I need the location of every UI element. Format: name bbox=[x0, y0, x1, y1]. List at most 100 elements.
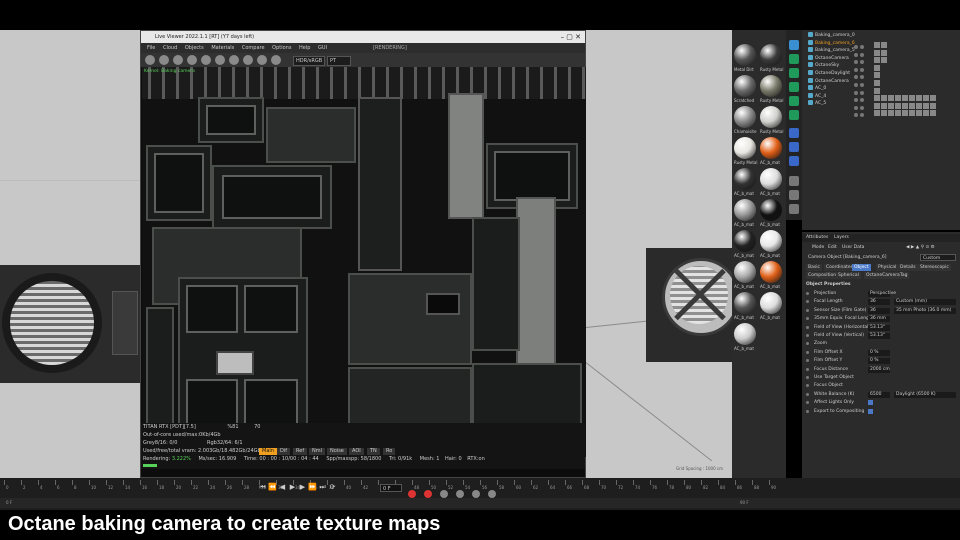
material-thumbnail[interactable] bbox=[760, 75, 782, 97]
menu-materials[interactable]: Materials bbox=[211, 45, 234, 51]
baked-texture-canvas[interactable]: Kernel: Baking camera bbox=[142, 67, 586, 457]
attr-value[interactable]: 53.13° bbox=[868, 333, 890, 339]
mode-select[interactable]: PT bbox=[327, 56, 351, 66]
light-icon[interactable] bbox=[789, 142, 799, 152]
animate-dot-icon[interactable] bbox=[806, 308, 809, 312]
next-frame-icon[interactable]: ▶ bbox=[298, 483, 307, 492]
attr-tab[interactable]: OctaneCameraTag bbox=[864, 272, 910, 279]
fan-model-right[interactable] bbox=[646, 248, 732, 362]
animate-dot-icon[interactable] bbox=[806, 409, 809, 413]
attr-value[interactable]: 36 mm bbox=[868, 316, 890, 323]
attr-checkbox[interactable] bbox=[868, 400, 873, 406]
attr-tab[interactable]: Physical bbox=[876, 264, 899, 271]
material-thumbnail[interactable] bbox=[760, 44, 782, 66]
go-start-icon[interactable]: ⏮ bbox=[258, 483, 267, 492]
grid-icon[interactable] bbox=[789, 204, 799, 214]
pass-aoi-button[interactable]: AOI bbox=[349, 448, 364, 455]
material-thumbnail[interactable] bbox=[734, 323, 756, 345]
tag-icon[interactable] bbox=[874, 110, 880, 117]
wb-picker-icon[interactable] bbox=[243, 55, 253, 65]
timeline[interactable]: 0 2 4 6 8 10 12 14 16 18 20 22 24 26 28 30 32 34 36 38 40 42 4… bbox=[0, 478, 960, 510]
material-thumbnail[interactable] bbox=[760, 106, 782, 128]
material-thumbnail[interactable] bbox=[734, 292, 756, 314]
cube-icon[interactable] bbox=[789, 40, 799, 50]
attr-tab[interactable]: Stereoscopic bbox=[918, 264, 951, 271]
animate-dot-icon[interactable] bbox=[806, 342, 809, 346]
pass-ref-button[interactable]: Ref bbox=[293, 448, 308, 455]
material-thumbnail[interactable] bbox=[734, 168, 756, 190]
prev-frame-icon[interactable]: ◀ bbox=[278, 483, 287, 492]
material-picker-icon[interactable] bbox=[257, 55, 267, 65]
material-thumbnail[interactable] bbox=[760, 199, 782, 221]
animate-dot-icon[interactable] bbox=[806, 359, 809, 363]
fan-model-left[interactable] bbox=[0, 265, 140, 383]
tag-icon[interactable] bbox=[881, 110, 887, 117]
menu-cloud[interactable]: Cloud bbox=[163, 45, 177, 51]
window-controls-icon[interactable]: – ▢ ✕ bbox=[561, 31, 581, 43]
pass-nml-button[interactable]: Nml bbox=[309, 448, 325, 455]
attr-value[interactable]: 0 % bbox=[868, 349, 890, 356]
menu-help[interactable]: Help bbox=[299, 45, 310, 51]
render-icon[interactable] bbox=[789, 176, 799, 186]
render-visibility-icon[interactable] bbox=[860, 113, 864, 118]
attr-value[interactable]: 53.13° bbox=[868, 324, 890, 331]
material-thumbnail[interactable] bbox=[760, 230, 782, 252]
animate-dot-icon[interactable] bbox=[806, 325, 809, 329]
animate-dot-icon[interactable] bbox=[806, 401, 809, 405]
range-bar[interactable]: 0 F 90 F bbox=[0, 498, 960, 508]
attr-tab[interactable]: Coordinates bbox=[824, 264, 856, 271]
attr-tab[interactable]: Details bbox=[898, 264, 918, 271]
keyframe-icon[interactable] bbox=[440, 490, 449, 498]
animate-dot-icon[interactable] bbox=[806, 292, 809, 295]
next-key-icon[interactable]: ⏩ bbox=[308, 483, 317, 492]
scale-key-icon[interactable] bbox=[488, 490, 497, 498]
attr-value[interactable]: 2000 cm bbox=[868, 366, 890, 373]
animate-dot-icon[interactable] bbox=[806, 317, 809, 321]
attr-value[interactable]: 0 % bbox=[868, 358, 890, 365]
play-icon[interactable]: ▶ bbox=[288, 483, 297, 492]
menu-compare[interactable]: Compare bbox=[242, 45, 265, 51]
go-end-icon[interactable]: ⏭ bbox=[318, 483, 327, 492]
animate-dot-icon[interactable] bbox=[806, 300, 809, 304]
material-manager[interactable]: Metal Dirt Rusty Metal Scratched Rusty Meta… bbox=[732, 30, 786, 478]
autokey-icon[interactable] bbox=[424, 490, 433, 498]
object-row[interactable]: AC_5 bbox=[808, 100, 826, 108]
attr-tab[interactable]: Spherical bbox=[836, 272, 861, 279]
send-scene-icon[interactable] bbox=[145, 55, 155, 65]
camera-icon[interactable] bbox=[789, 128, 799, 138]
attr-preset-select[interactable]: Custom (mm) bbox=[894, 299, 956, 306]
tag-icon[interactable] bbox=[902, 110, 908, 117]
position-key-icon[interactable] bbox=[456, 490, 465, 498]
attr-tab[interactable]: Object bbox=[852, 264, 871, 271]
menu-file[interactable]: File bbox=[147, 45, 155, 51]
pause-icon[interactable] bbox=[173, 55, 183, 65]
tag-icon[interactable] bbox=[888, 110, 894, 117]
live-viewer-window[interactable]: Live Viewer 2022.1.1 [RT] (Y7 days left)… bbox=[140, 30, 586, 478]
attributes-manager[interactable]: Attributes Layers Mode Edit User Data ◀ … bbox=[802, 232, 960, 478]
attr-value[interactable]: 6500 bbox=[868, 391, 890, 398]
tag-icon[interactable] bbox=[930, 110, 936, 117]
current-frame-field[interactable]: 0 F bbox=[380, 484, 402, 492]
material-thumbnail[interactable] bbox=[734, 44, 756, 66]
lock-icon[interactable] bbox=[271, 55, 281, 65]
tag-icon[interactable] bbox=[881, 57, 887, 64]
tab-attributes[interactable]: Attributes bbox=[806, 234, 828, 242]
spline-icon[interactable] bbox=[789, 54, 799, 64]
pass-dif-button[interactable]: Dif bbox=[277, 448, 290, 455]
menu-mode[interactable]: Mode bbox=[812, 244, 824, 252]
prev-key-icon[interactable]: ⏪ bbox=[268, 483, 277, 492]
restart-icon[interactable] bbox=[159, 55, 169, 65]
attr-preset-select[interactable]: 35 mm Photo (36.0 mm) bbox=[894, 307, 956, 314]
attr-tab[interactable]: Basic bbox=[806, 264, 822, 271]
animate-dot-icon[interactable] bbox=[806, 376, 809, 379]
kernel-select[interactable]: HDR/sRGB bbox=[293, 56, 325, 66]
region-icon[interactable] bbox=[201, 55, 211, 65]
attr-value[interactable]: 36 bbox=[868, 299, 890, 306]
material-thumbnail[interactable] bbox=[734, 199, 756, 221]
material-thumbnail[interactable] bbox=[734, 106, 756, 128]
attr-tab[interactable]: Composition bbox=[806, 272, 839, 279]
attr-preset-select[interactable]: Daylight (6500 K) bbox=[894, 391, 956, 398]
settings-icon[interactable] bbox=[789, 190, 799, 200]
attributes-mode-select[interactable]: Custom bbox=[920, 254, 956, 261]
menu-user-data[interactable]: User Data bbox=[842, 244, 864, 252]
